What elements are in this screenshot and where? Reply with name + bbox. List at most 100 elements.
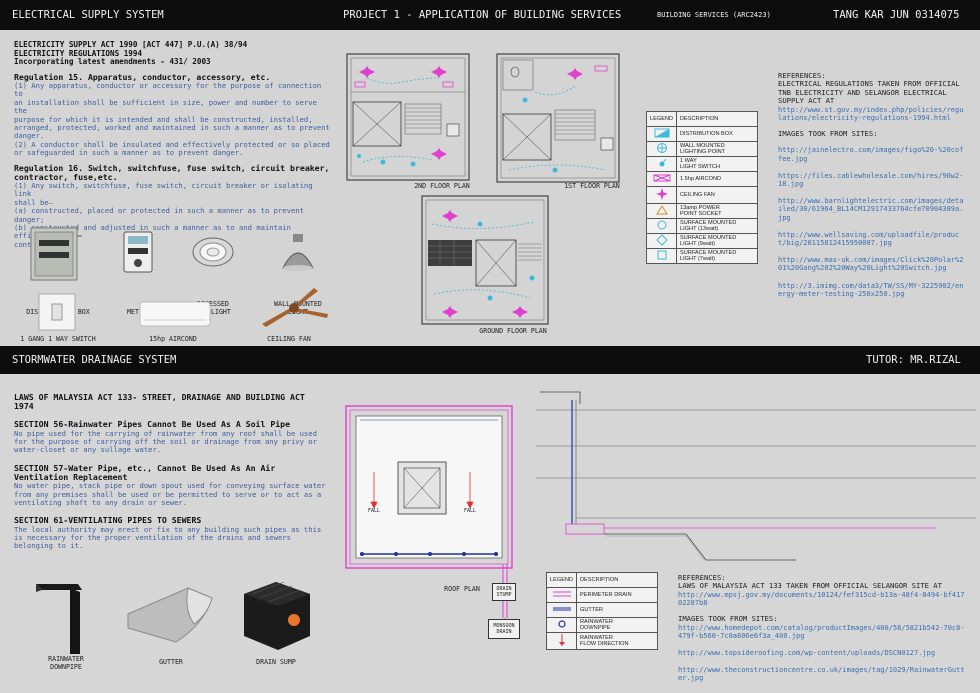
legend-row: 1 WAY LIGHT SWITCH [645, 156, 758, 172]
perimeter-drain-icon [545, 587, 578, 603]
legend-row: RAINWATER FLOW DIRECTION [545, 632, 658, 650]
legend-row: CEILING FAN [645, 186, 758, 204]
course-code: BUILDING SERVICES (ARC2423) [657, 11, 771, 19]
aircond-label: 15hp AIRCOND [149, 335, 197, 343]
legend-row: DISTRIBUTION BOX [645, 126, 758, 142]
legend-description: CEILING FAN [676, 186, 758, 204]
act-line: Incorporating latest amendments - 431/ 2… [14, 57, 211, 67]
top-title-bar: ELECTRICAL SUPPLY SYSTEM PROJECT 1 - APP… [0, 0, 980, 30]
legend-row: SURFACE MOUNTED LIGHT (7watt) [645, 248, 758, 264]
image-source-link[interactable]: http://www.mas-uk.com/images/Click%20Pol… [778, 256, 964, 272]
section-56-body: No pipe used for the carrying of rainwat… [14, 429, 340, 455]
stormwater-title-bar: STORMWATER DRAINAGE SYSTEM TUTOR: MR.RIZ… [0, 346, 980, 374]
body-line: belonging to it. [14, 541, 84, 551]
roof-plan-drawing [345, 405, 513, 632]
image-source-link[interactable]: http://www.barnlightelectric.com/images/… [778, 197, 964, 222]
electricity-regulations-text: ELECTRICITY SUPPLY ACT 1990 [ACT 447] P.… [14, 40, 334, 249]
drain-sump-label: DRAIN SUMP [256, 658, 296, 666]
image-source-link[interactable]: http://www.theconstructioncentre.co.uk/i… [678, 666, 966, 682]
legend-header: LEGEND [645, 111, 678, 127]
image-source-link[interactable]: http://www.wellsaving.com/uploadfile/pro… [778, 231, 964, 247]
legend-description: PERIMETER DRAIN [576, 587, 658, 603]
socket-icon [645, 203, 678, 219]
fall-label-right: FALL [463, 508, 477, 514]
reference-link[interactable]: http://www.st.gov.my/index.php/policies/… [778, 106, 964, 122]
ceiling-fan-label: CEILING FAN [267, 335, 311, 343]
legend-header: DESCRIPTION [676, 111, 758, 127]
wall-light-icon [645, 141, 678, 157]
references-body: ELECTRICAL REGULATIONS TAKEN FROM OFFICI… [778, 79, 960, 106]
second-floor-plan-drawing [346, 53, 470, 181]
light-7w-icon [645, 248, 678, 264]
legend-description: GUTTER [576, 602, 658, 618]
gutter-icon [545, 602, 578, 618]
project-title: PROJECT 1 - APPLICATION OF BUILDING SERV… [343, 9, 622, 21]
gutter-label: GUTTER [159, 658, 183, 666]
image-source-link[interactable]: https://files.cablewholesale.com/hires/9… [778, 172, 964, 188]
section-title-stormwater: STORMWATER DRAINAGE SYSTEM [12, 354, 177, 366]
body-line: or safeguarded in such a manner as to pr… [14, 148, 244, 158]
body-line: (1) Any switch, switchfuse, fuse switch,… [14, 181, 313, 199]
meter-icon [123, 231, 153, 273]
light-13w-icon [645, 218, 678, 234]
images-sources-title: IMAGES TOOK FROM SITES: [778, 129, 878, 139]
ground-floor-plan-label: GROUND FLOOR PLAN [479, 327, 547, 335]
drainage-act-text: LAWS OF MALAYSIA ACT 133- STREET, DRAINA… [14, 392, 340, 551]
stormwater-legend-table: LEGEND DESCRIPTION PERIMETER DRAIN GUTTER… [545, 572, 658, 650]
drain-sump-icon [244, 581, 310, 650]
body-line: arranged, protected, worked and maintain… [14, 123, 330, 133]
body-line: (a) constructed, placed or protected in … [14, 206, 304, 216]
image-source-link[interactable]: http://jainelectro.com/images/figo%20-%2… [778, 146, 964, 162]
act-title: 1974 [14, 401, 34, 412]
gutter-icon [127, 587, 213, 643]
reference-link[interactable]: http://www.mpsj.gov.my/documents/10124/f… [678, 591, 966, 607]
legend-description: SURFACE MOUNTED LIGHT (9watt) [676, 233, 758, 249]
legend-description: SURFACE MOUNTED LIGHT (7watt) [676, 248, 758, 264]
light-switch-icon [645, 156, 678, 172]
light-switch-label: 1 GANG 1 WAY SWITCH [20, 335, 96, 343]
drain-stump-box: DRAIN STUMP [492, 583, 516, 601]
regulation-15-body: (1) Any apparatus, conductor or accessor… [14, 80, 334, 158]
downpipe-icon [545, 617, 578, 633]
flow-arrow-icon [545, 632, 578, 650]
legend-row: PERIMETER DRAIN [545, 587, 658, 603]
legend-description: WALL MOUNTED LIGHTING POINT [676, 141, 758, 157]
stormwater-references: REFERENCES: LAWS OF MALAYSIA ACT 133 TAK… [678, 573, 966, 683]
act-title: LAWS OF MALAYSIA ACT 133- STREET, DRAINA… [14, 392, 305, 402]
section-57-body: No water pipe, stack pipe or down spout … [14, 481, 340, 507]
drainage-section-drawing [536, 391, 976, 561]
ceiling-fan-icon [645, 186, 678, 204]
electrical-panel: ELECTRICITY SUPPLY ACT 1990 [ACT 447] P.… [0, 30, 980, 346]
legend-description: 1 WAY LIGHT SWITCH [676, 156, 758, 172]
light-switch-icon [38, 293, 76, 331]
tutor-name: TUTOR: MR.RIZAL [866, 354, 961, 366]
ground-floor-plan-drawing [421, 195, 549, 325]
rainwater-downpipe-icon [36, 584, 82, 654]
legend-row: RAINWATER DOWNPIPE [545, 617, 658, 633]
roof-plan-label: ROOF PLAN [444, 585, 480, 593]
image-source-link[interactable]: http://www.topsideroofing.com/wp-content… [678, 649, 966, 657]
legend-description: SURFACE MOUNTED LIGHT (13watt) [676, 218, 758, 234]
monsoon-drain-box: MONSOON DRAIN [488, 619, 520, 639]
image-source-link[interactable]: http://3.imimg.com/data3/TW/SS/MY-322590… [778, 282, 964, 298]
legend-header: DESCRIPTION [576, 572, 658, 588]
first-floor-plan-label: 1ST FLOOR PLAN [564, 182, 620, 190]
legend-row: WALL MOUNTED LIGHTING POINT [645, 141, 758, 157]
body-line: an installation shall be sufficient in s… [14, 97, 317, 116]
electrical-references: REFERENCES: ELECTRICAL REGULATIONS TAKEN… [778, 71, 964, 298]
legend-description: RAINWATER FLOW DIRECTION [576, 632, 658, 650]
body-line: (1) Any apparatus, conductor or accessor… [14, 80, 322, 99]
legend-description: RAINWATER DOWNPIPE [576, 617, 658, 633]
stormwater-panel: LAWS OF MALAYSIA ACT 133- STREET, DRAINA… [0, 374, 980, 693]
legend-description: 13amp POWER POINT SOCKET [676, 203, 758, 219]
aircond-icon [139, 301, 211, 327]
legend-row: SURFACE MOUNTED LIGHT (9watt) [645, 233, 758, 249]
image-source-link[interactable]: http://www.homedepot.com/catalog/product… [678, 624, 966, 640]
section-title-electrical: ELECTRICAL SUPPLY SYSTEM [12, 9, 164, 21]
recessed-downlight-icon [192, 237, 234, 267]
legend-description: DISTRIBUTION BOX [676, 126, 758, 142]
rainwater-downpipe-label: RAINWATER DOWNPIPE [48, 655, 84, 671]
legend-row: 1.5hp AIRCOND [645, 171, 758, 187]
distribution-box-icon [645, 126, 678, 142]
images-sources-title: IMAGES TOOK FROM SITES: [678, 614, 778, 624]
